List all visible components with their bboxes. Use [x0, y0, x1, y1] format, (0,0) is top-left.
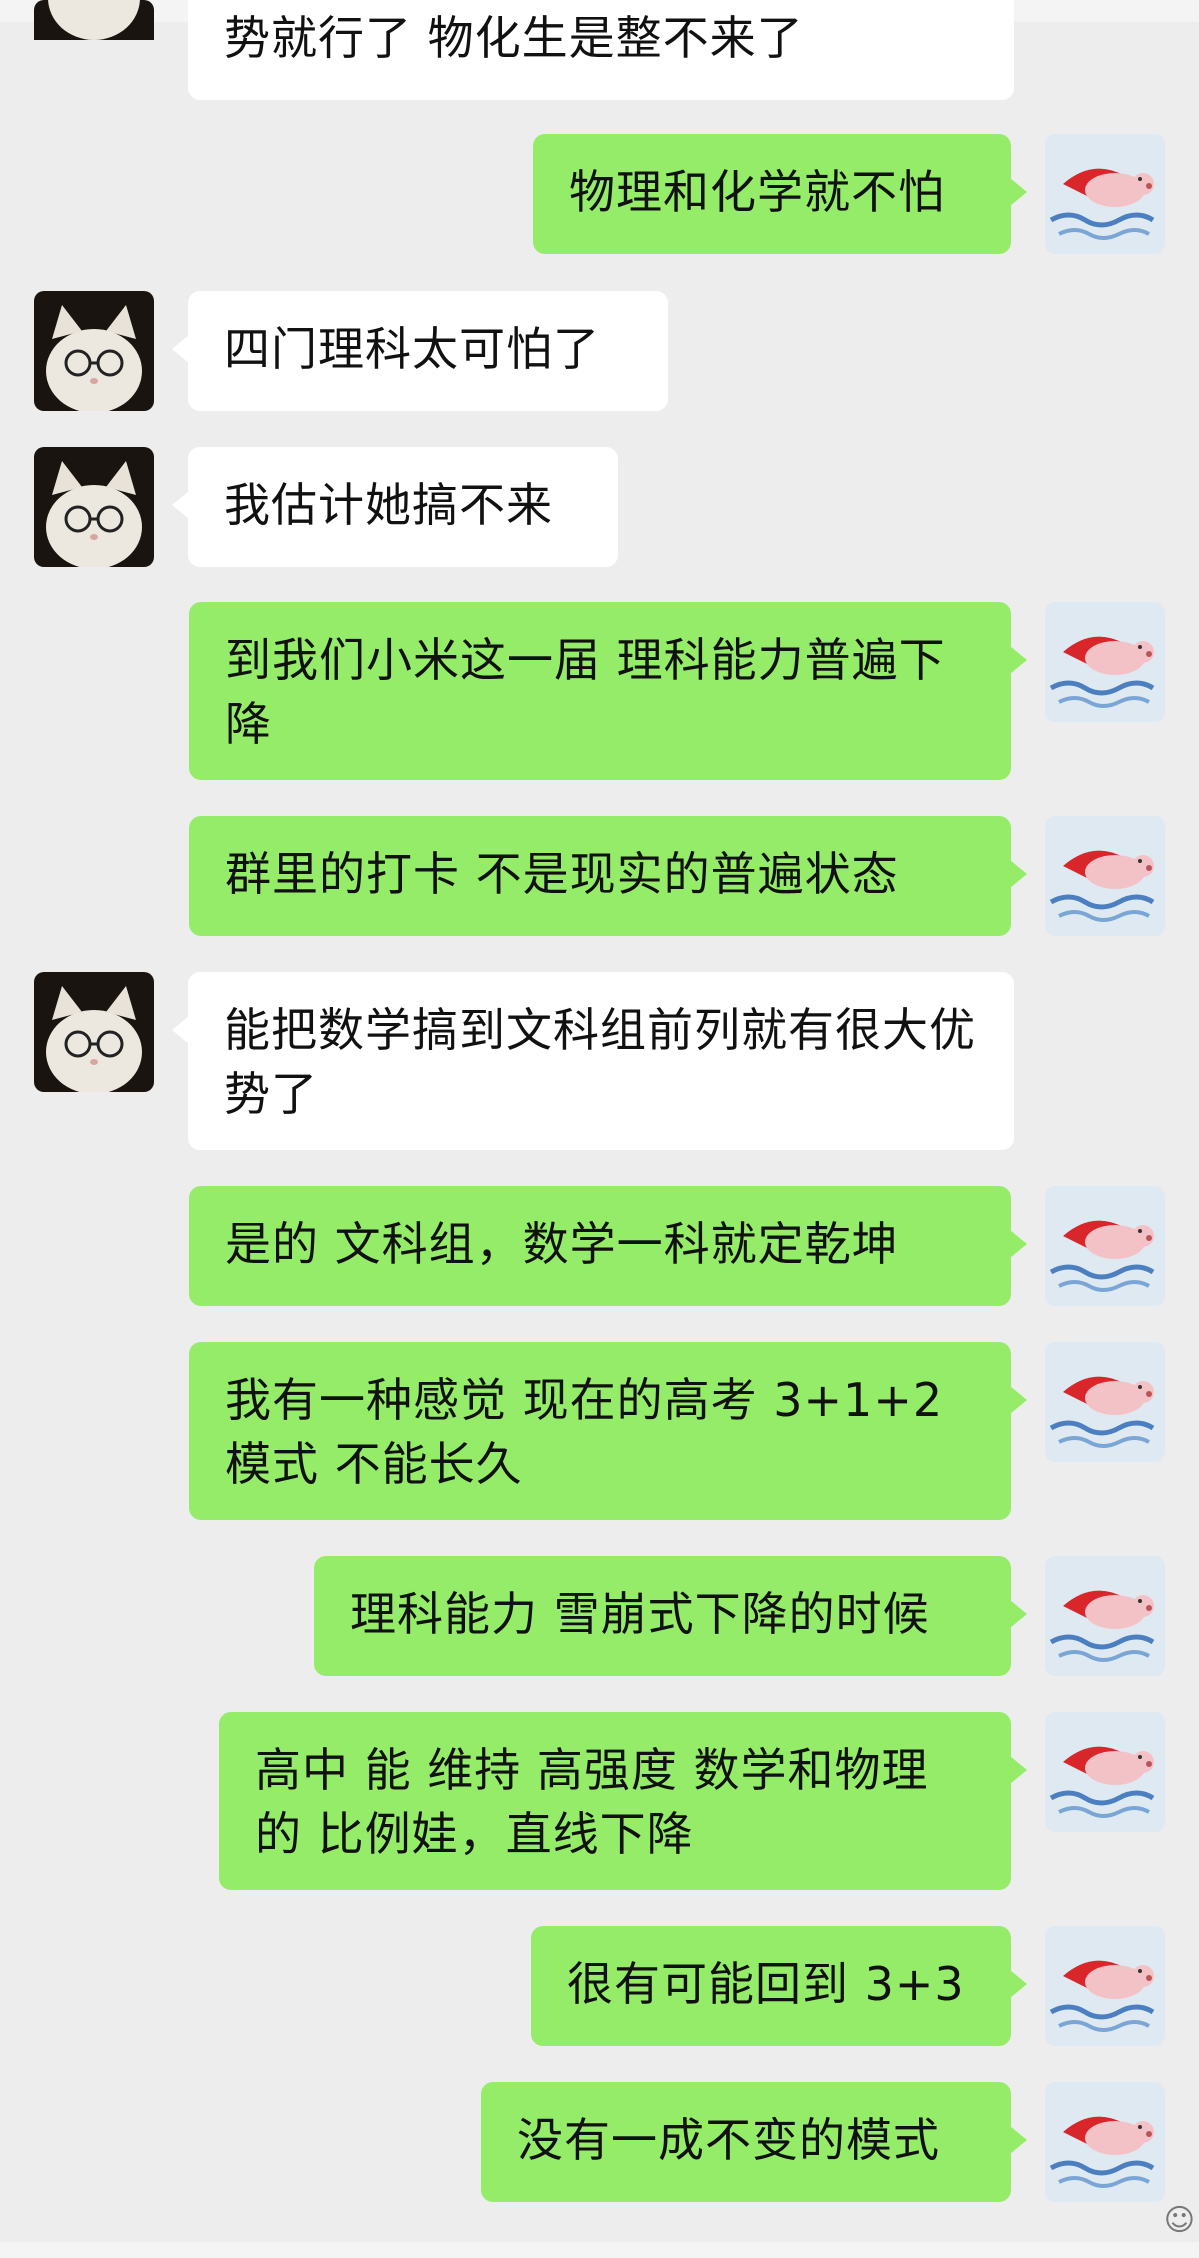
message-text: 势就行了 物化生是整不来了	[224, 11, 804, 65]
message-bubble[interactable]: 很有可能回到 3+3	[531, 1926, 1011, 2046]
bottom-edge	[0, 2242, 1199, 2258]
message-text: 高中 能 维持 高强度 数学和物理的 比例娃，直线下降	[255, 1743, 929, 1861]
message-text: 能把数学搞到文科组前列就有很大优势了	[224, 1003, 976, 1121]
message-bubble[interactable]: 是的 文科组，数学一科就定乾坤	[189, 1186, 1011, 1306]
message-bubble[interactable]: 到我们小米这一届 理科能力普遍下降	[189, 602, 1011, 780]
pig-avatar-icon[interactable]	[1045, 1556, 1165, 1676]
pig-avatar-icon[interactable]	[1045, 1342, 1165, 1462]
message-bubble[interactable]: 能把数学搞到文科组前列就有很大优势了	[188, 972, 1014, 1150]
pig-avatar-icon[interactable]	[1045, 816, 1165, 936]
message-text: 理科能力 雪崩式下降的时候	[350, 1587, 930, 1641]
pig-avatar-icon[interactable]	[1045, 134, 1165, 254]
message-text: 群里的打卡 不是现实的普遍状态	[225, 847, 899, 901]
message-bubble[interactable]: 四门理科太可怕了	[188, 291, 668, 411]
message-text: 我有一种感觉 现在的高考 3+1+2 模式 不能长久	[225, 1373, 944, 1491]
message-text: 物理和化学就不怕	[569, 165, 945, 219]
cat-avatar-icon[interactable]	[34, 291, 154, 411]
message-bubble[interactable]: 高中 能 维持 高强度 数学和物理的 比例娃，直线下降	[219, 1712, 1011, 1890]
message-bubble[interactable]: 我有一种感觉 现在的高考 3+1+2 模式 不能长久	[189, 1342, 1011, 1520]
pig-avatar-icon[interactable]	[1045, 1712, 1165, 1832]
message-text: 四门理科太可怕了	[224, 322, 600, 376]
message-text: 我估计她搞不来	[224, 478, 553, 532]
emoji-shortcut-icon[interactable]: ☺	[1164, 2203, 1195, 2238]
message-bubble[interactable]: 势就行了 物化生是整不来了	[188, 0, 1014, 100]
message-bubble[interactable]: 理科能力 雪崩式下降的时候	[314, 1556, 1011, 1676]
message-bubble[interactable]: 没有一成不变的模式	[481, 2082, 1011, 2202]
pig-avatar-icon[interactable]	[1045, 602, 1165, 722]
cat-avatar-icon[interactable]	[34, 972, 154, 1092]
pig-avatar-icon[interactable]	[1045, 1186, 1165, 1306]
cat-avatar-icon[interactable]	[34, 0, 154, 94]
message-bubble[interactable]: 物理和化学就不怕	[533, 134, 1011, 254]
message-text: 没有一成不变的模式	[517, 2113, 940, 2167]
cat-avatar-icon[interactable]	[34, 447, 154, 567]
message-text: 很有可能回到 3+3	[567, 1957, 965, 2011]
message-text: 是的 文科组，数学一科就定乾坤	[225, 1217, 899, 1271]
pig-avatar-icon[interactable]	[1045, 1926, 1165, 2046]
message-bubble[interactable]: 群里的打卡 不是现实的普遍状态	[189, 816, 1011, 936]
chat-window: 势就行了 物化生是整不来了 物理和化学就不怕 四门理科太可怕了 我估计她搞不来 …	[0, 0, 1199, 2258]
message-text: 到我们小米这一届 理科能力普遍下降	[225, 633, 946, 751]
pig-avatar-icon[interactable]	[1045, 2082, 1165, 2202]
message-bubble[interactable]: 我估计她搞不来	[188, 447, 618, 567]
